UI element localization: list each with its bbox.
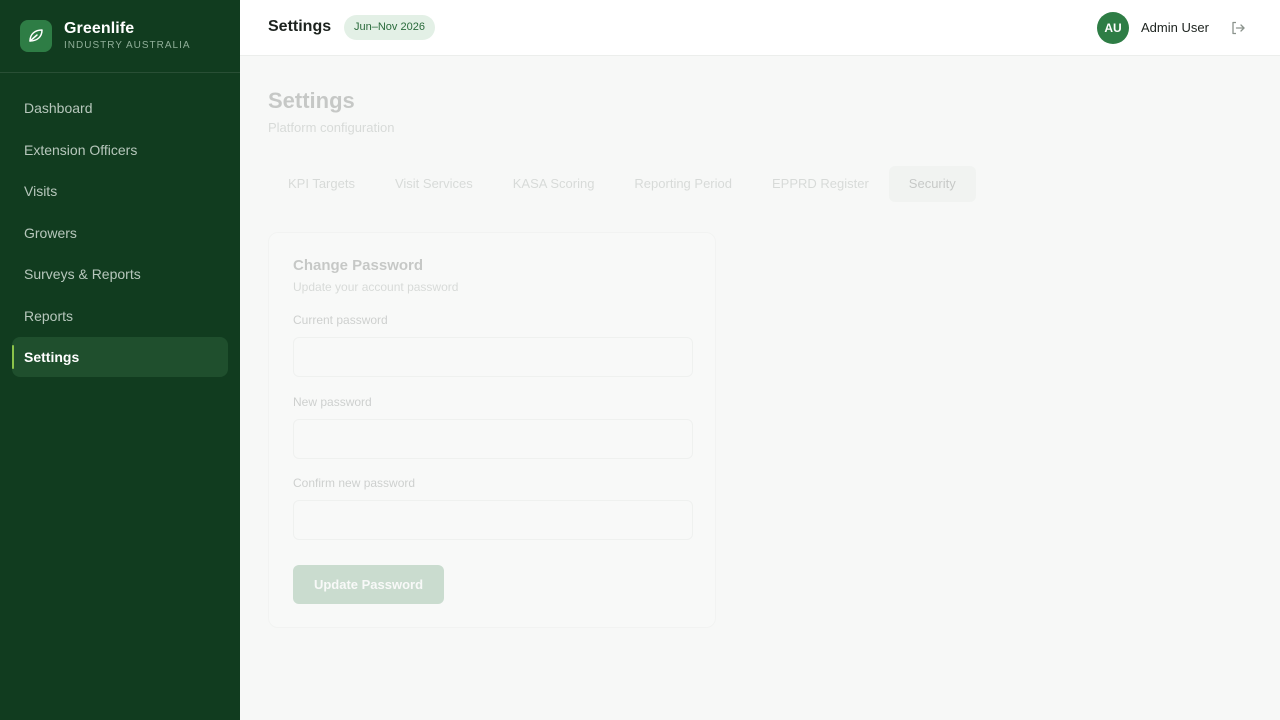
update-password-button[interactable]: Update Password — [293, 565, 444, 604]
tab-visit-services[interactable]: Visit Services — [375, 166, 493, 202]
sidebar-item-growers[interactable]: Growers — [12, 213, 228, 253]
confirm-password-field[interactable] — [293, 500, 693, 540]
settings-content: Settings Platform configuration KPI Targ… — [240, 56, 1280, 720]
card-subtitle: Update your account password — [293, 280, 459, 294]
brand-subtitle: INDUSTRY AUSTRALIA — [64, 40, 191, 51]
brand-name: Greenlife — [64, 20, 135, 37]
brand-header: Greenlife INDUSTRY AUSTRALIA — [0, 0, 240, 73]
period-badge: Jun–Nov 2026 — [344, 15, 435, 40]
leaf-icon — [29, 29, 43, 42]
tab-reporting-period[interactable]: Reporting Period — [614, 166, 752, 202]
top-bar: Settings Jun–Nov 2026 AU Admin User — [240, 0, 1280, 56]
current-password-label: Current password — [293, 313, 388, 327]
new-password-field[interactable] — [293, 419, 693, 459]
tab-kpi-targets[interactable]: KPI Targets — [268, 166, 375, 202]
sidebar-item-dashboard[interactable]: Dashboard — [12, 88, 228, 128]
tab-epprd-register[interactable]: EPPRD Register — [752, 166, 889, 202]
user-name[interactable]: Admin User — [1141, 20, 1209, 35]
avatar[interactable]: AU — [1097, 12, 1129, 44]
page-subtitle: Platform configuration — [268, 120, 395, 135]
brand-logo — [20, 20, 52, 52]
current-password-field[interactable] — [293, 337, 693, 377]
card-title: Change Password — [293, 257, 424, 274]
change-password-card: Change Password Update your account pass… — [268, 232, 716, 628]
sidebar: Greenlife INDUSTRY AUSTRALIA Dashboard E… — [0, 0, 240, 720]
tab-security[interactable]: Security — [888, 166, 976, 202]
sidebar-item-extension-officers[interactable]: Extension Officers — [12, 130, 228, 170]
tab-kasa-scoring[interactable]: KASA Scoring — [493, 166, 615, 202]
confirm-password-label: Confirm new password — [293, 476, 416, 490]
logout-icon[interactable] — [1230, 20, 1246, 36]
sidebar-nav: Dashboard Extension Officers Visits Grow… — [12, 88, 228, 379]
settings-tabs: KPI Targets Visit Services KASA Scoring … — [268, 166, 976, 202]
header-title: Settings — [268, 18, 332, 35]
sidebar-item-visits[interactable]: Visits — [12, 171, 228, 211]
sidebar-item-reports[interactable]: Reports — [12, 296, 228, 336]
sidebar-item-surveys-reports[interactable]: Surveys & Reports — [12, 254, 228, 294]
sidebar-item-settings[interactable]: Settings — [12, 337, 228, 377]
new-password-label: New password — [293, 395, 372, 409]
page-title: Settings — [268, 88, 355, 113]
